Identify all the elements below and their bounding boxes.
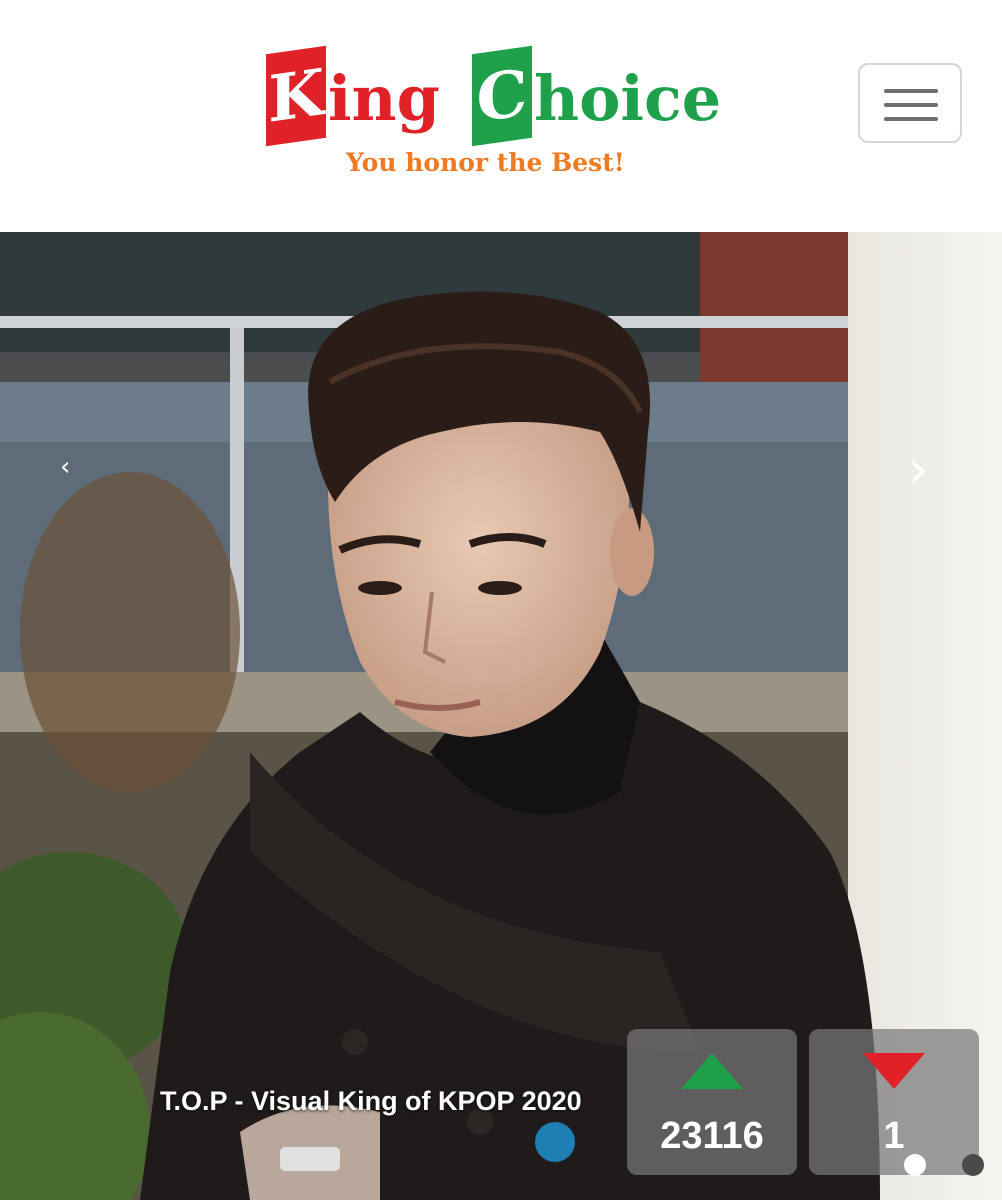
- menu-button[interactable]: [858, 63, 962, 143]
- featured-slider[interactable]: ‹ › T.O.P - Visual King of KPOP 2020 231…: [0, 232, 1002, 1200]
- king-choice-logo[interactable]: K ing C hoice You honor the Best!: [266, 45, 738, 186]
- logo-king-rest: ing: [328, 62, 440, 135]
- slider-next-arrow-icon[interactable]: ›: [908, 440, 929, 500]
- logo-wordmark: K ing C hoice: [266, 45, 738, 147]
- downvote-count: 1: [883, 1115, 905, 1157]
- slide-caption: T.O.P - Visual King of KPOP 2020: [160, 1086, 582, 1116]
- slider-prev-arrow-icon[interactable]: ‹: [60, 452, 70, 482]
- downvote-button[interactable]: 1: [809, 1029, 979, 1175]
- logo-king-initial-box: K: [266, 45, 326, 147]
- logo-choice-initial: C: [476, 54, 528, 138]
- logo-tagline: You honor the Best!: [346, 148, 625, 177]
- logo-choice-rest: hoice: [534, 62, 722, 135]
- upvote-count: 23116: [660, 1115, 764, 1157]
- upvote-button[interactable]: 23116: [627, 1029, 797, 1175]
- logo-king-initial: K: [268, 54, 324, 138]
- slider-dot-active[interactable]: [904, 1154, 926, 1176]
- slider-dot[interactable]: [962, 1154, 984, 1176]
- site-header: K ing C hoice You honor the Best!: [0, 0, 1002, 232]
- logo-choice-initial-box: C: [472, 45, 532, 147]
- triangle-down-icon: [863, 1053, 925, 1089]
- triangle-up-icon: [681, 1053, 743, 1089]
